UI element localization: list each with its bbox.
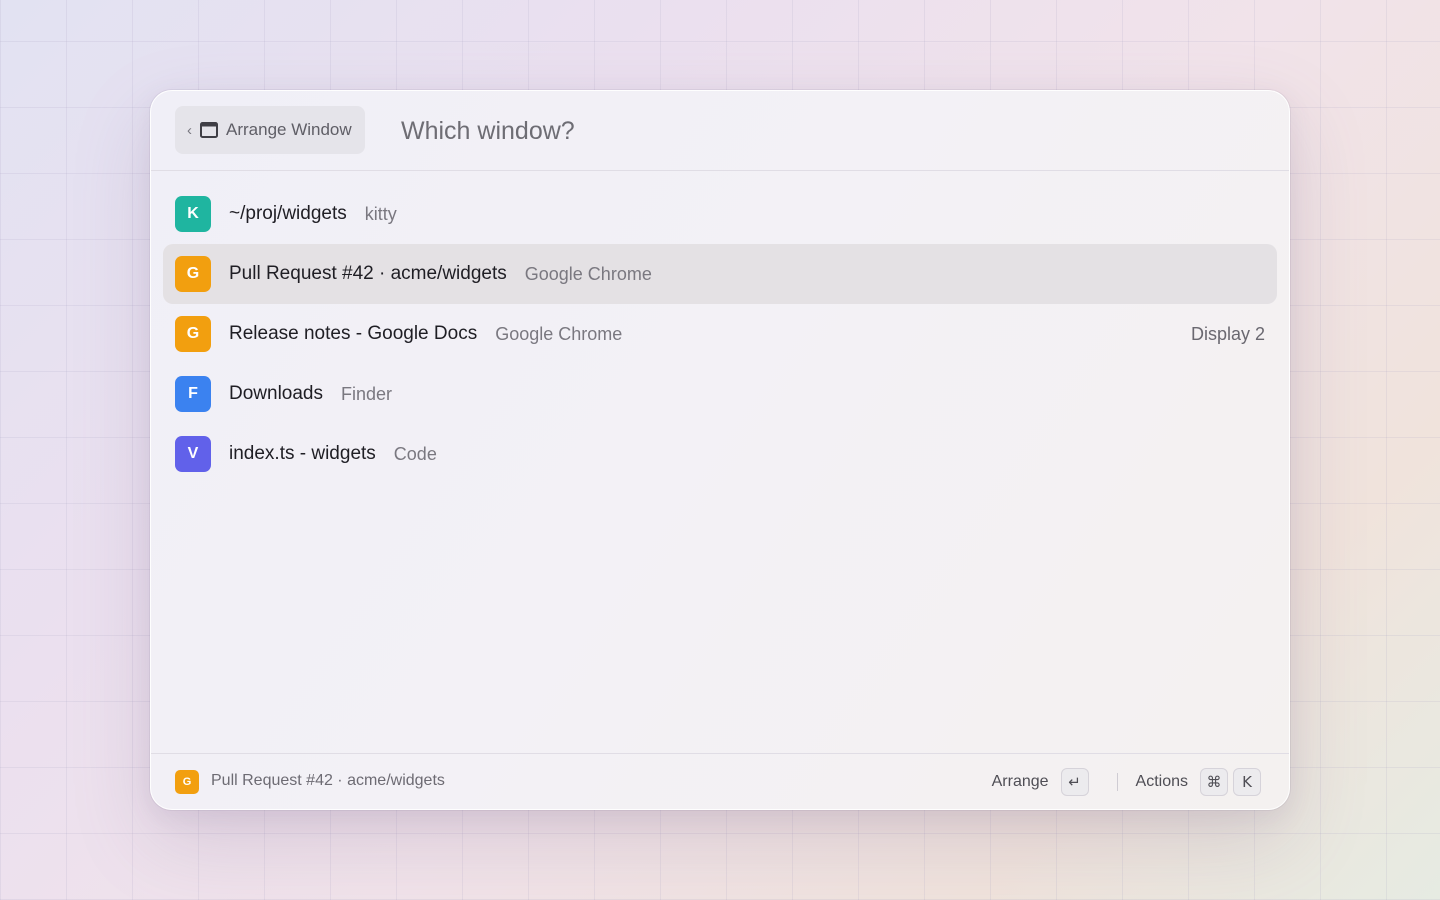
back-button-label: Arrange Window: [226, 120, 352, 139]
return-key-icon: ↵: [1060, 768, 1089, 796]
item-title: Release notes - Google Docs: [229, 323, 478, 344]
actions-button[interactable]: Actions ⌘ K: [1136, 768, 1261, 796]
back-button[interactable]: ‹ Arrange Window: [175, 106, 365, 154]
item-subtitle: kitty: [364, 203, 397, 224]
command-key-icon: ⌘: [1200, 768, 1228, 796]
selected-app-icon: G: [175, 770, 199, 794]
item-subtitle: Google Chrome: [495, 323, 623, 344]
search-input[interactable]: [401, 113, 1001, 149]
list-item[interactable]: K ~/proj/widgets kitty: [163, 184, 1277, 244]
selected-item-title: Pull Request #42 · acme/widgets: [211, 772, 445, 789]
k-key: K: [1233, 768, 1261, 796]
list-item[interactable]: F Downloads Finder: [163, 364, 1277, 424]
divider: [1116, 773, 1118, 791]
item-subtitle: Google Chrome: [524, 263, 652, 284]
app-icon: F: [175, 376, 211, 412]
window-list: K ~/proj/widgets kitty G Pull Request #42 · …: [163, 184, 1277, 484]
item-title: index.ts - widgets: [229, 443, 376, 464]
item-subtitle: Finder: [341, 383, 393, 404]
action-bar: G Pull Request #42 · acme/widgets Arrang…: [151, 753, 1289, 809]
list-item[interactable]: Vindex.ts - widgets Code: [163, 424, 1277, 484]
app-icon: K: [175, 196, 211, 232]
list-item[interactable]: G Release notes - Google Docs Google Chrom…: [163, 304, 1277, 364]
list-item[interactable]: G Pull Request #42 · acme/widgets Google C…: [163, 244, 1277, 304]
item-title: Pull Request #42 · acme/widgets: [229, 263, 507, 284]
command-palette-window: ‹ Arrange Window K ~/proj/widgets kitty G Pu…: [150, 90, 1290, 810]
window-icon: [200, 121, 218, 139]
app-icon: G: [175, 316, 211, 352]
item-accessory: Display 2: [1190, 323, 1265, 344]
palette-header: ‹ Arrange Window: [151, 91, 1289, 171]
item-title: ~/proj/widgets: [229, 203, 347, 224]
arrange-label: Arrange: [991, 773, 1049, 790]
arrange-button[interactable]: Arrange ↵: [992, 768, 1089, 796]
item-title: Downloads: [229, 383, 323, 404]
chevron-left-icon: ‹: [187, 121, 192, 139]
app-icon: V: [175, 436, 211, 472]
actions-label: Actions: [1135, 773, 1188, 790]
app-icon: G: [175, 256, 211, 292]
footer-actions: Arrange ↵ Actions ⌘ K: [992, 766, 1261, 798]
item-subtitle: Code: [393, 443, 437, 464]
